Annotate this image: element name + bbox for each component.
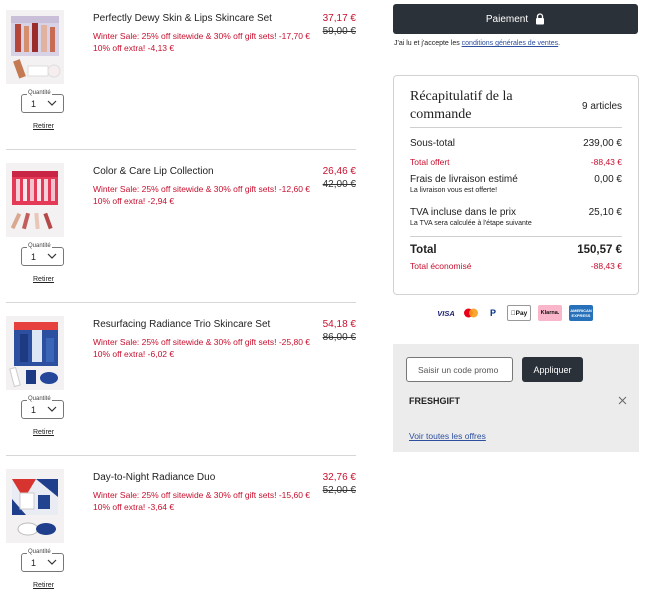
quantity-select[interactable]: 1 [21, 94, 64, 113]
lock-icon [536, 13, 545, 25]
item-count: 9 articles [581, 101, 622, 112]
quantity-value: 1 [31, 99, 37, 109]
sale-price: 54,18 € [322, 319, 356, 330]
remove-link[interactable]: Retirer [33, 123, 54, 130]
subtotal-label: Sous-total [410, 138, 456, 149]
apple-pay-icon: Pay [507, 305, 531, 321]
mastercard-icon [463, 305, 479, 321]
klarna-icon: Klarna. [538, 305, 562, 321]
sale-price: 32,76 € [322, 472, 356, 483]
payment-methods: VISA P Pay Klarna. AMERICAN EXPRESS [436, 305, 593, 321]
quantity-label: Quantité [27, 243, 52, 249]
original-price: 52,00 € [322, 485, 356, 496]
divider [6, 302, 356, 303]
promo-line: Winter Sale: 25% off sitewide & 30% off … [93, 31, 311, 41]
remove-link[interactable]: Retirer [33, 276, 54, 283]
sale-price: 37,17 € [322, 13, 356, 24]
chevron-down-icon [47, 100, 57, 106]
divider [6, 455, 356, 456]
product-image[interactable] [6, 10, 64, 84]
cart-item: Quantité 1 Retirer Color & Care Lip Coll… [0, 153, 356, 303]
total-value: 150,57 € [577, 244, 622, 256]
promo-line: 10% off extra! -4,13 € [93, 43, 175, 53]
terms-link[interactable]: conditions générales de ventes [462, 40, 559, 47]
close-icon[interactable] [618, 396, 627, 405]
quantity-select[interactable]: 1 [21, 247, 64, 266]
subtotal-value: 239,00 € [583, 138, 622, 149]
chevron-down-icon [47, 253, 57, 259]
tax-label: TVA incluse dans le prix [410, 207, 516, 218]
saved-label: Total économisé [410, 261, 472, 271]
quantity-select[interactable]: 1 [21, 553, 64, 572]
shipping-label: Frais de livraison estimé [410, 174, 518, 185]
product-image[interactable] [6, 316, 64, 390]
discount-label: Total offert [410, 157, 450, 167]
quantity-value: 1 [31, 558, 37, 568]
discount-value: -88,43 € [590, 157, 622, 167]
original-price: 86,00 € [322, 332, 356, 343]
quantity-value: 1 [31, 252, 37, 262]
quantity-label: Quantité [27, 90, 52, 96]
cart-item: Quantité 1 Retirer Perfectly Dewy Skin &… [0, 0, 356, 150]
view-offers-link[interactable]: Voir toutes les offres [409, 431, 486, 441]
sale-price: 26,46 € [322, 166, 356, 177]
original-price: 59,00 € [322, 26, 356, 37]
remove-link[interactable]: Retirer [33, 429, 54, 436]
product-image[interactable] [6, 163, 64, 237]
cart-item: Quantité 1 Retirer Resurfacing Radiance … [0, 306, 356, 456]
divider [410, 236, 622, 237]
promo-line: 10% off extra! -3,64 € [93, 502, 175, 512]
product-name[interactable]: Resurfacing Radiance Trio Skincare Set [93, 319, 270, 330]
promo-panel: Saisir un code promo Appliquer FRESHGIFT… [393, 344, 639, 452]
divider [6, 149, 356, 150]
checkout-button[interactable]: Paiement [393, 4, 638, 34]
terms-text: J'ai lu et j'accepte les conditions géné… [394, 40, 560, 47]
tax-note: La TVA sera calculée à l'étape suivante [410, 220, 532, 227]
promo-code-input[interactable]: Saisir un code promo [406, 357, 513, 382]
order-summary: Récapitulatif de la commande 9 articles … [393, 75, 639, 295]
applied-promo-code: FRESHGIFT [409, 396, 460, 406]
promo-line: Winter Sale: 25% off sitewide & 30% off … [93, 337, 311, 347]
quantity-label: Quantité [27, 396, 52, 402]
apply-promo-button[interactable]: Appliquer [522, 357, 583, 382]
visa-icon: VISA [437, 308, 455, 318]
cart-item: Quantité 1 Retirer Day-to-Night Radiance… [0, 459, 356, 597]
remove-link[interactable]: Retirer [33, 582, 54, 589]
promo-line: 10% off extra! -2,94 € [93, 196, 175, 206]
shipping-value: 0,00 € [594, 174, 622, 185]
summary-title: Récapitulatif de la commande [410, 89, 513, 122]
chevron-down-icon [47, 406, 57, 412]
terms-prefix: J'ai lu et j'accepte les [394, 40, 462, 47]
total-label: Total [410, 244, 437, 256]
terms-suffix: . [558, 40, 561, 47]
promo-line: Winter Sale: 25% off sitewide & 30% off … [93, 490, 311, 500]
saved-value: -88,43 € [590, 261, 622, 271]
divider [410, 127, 622, 128]
amex-icon: AMERICAN EXPRESS [569, 305, 593, 321]
tax-value: 25,10 € [588, 207, 622, 218]
shipping-note: La livraison vous est offerte! [410, 187, 498, 194]
checkout-button-label: Paiement [485, 13, 529, 25]
apple-pay-label: Pay [513, 309, 528, 317]
original-price: 42,00 € [322, 179, 356, 190]
quantity-label: Quantité [27, 549, 52, 555]
product-name[interactable]: Day-to-Night Radiance Duo [93, 472, 215, 483]
quantity-select[interactable]: 1 [21, 400, 64, 419]
promo-line: 10% off extra! -6,02 € [93, 349, 175, 359]
product-image[interactable] [6, 469, 64, 543]
product-name[interactable]: Perfectly Dewy Skin & Lips Skincare Set [93, 13, 272, 24]
quantity-value: 1 [31, 405, 37, 415]
chevron-down-icon [47, 559, 57, 565]
promo-line: Winter Sale: 25% off sitewide & 30% off … [93, 184, 311, 194]
paypal-icon: P [489, 308, 496, 318]
product-name[interactable]: Color & Care Lip Collection [93, 166, 214, 177]
